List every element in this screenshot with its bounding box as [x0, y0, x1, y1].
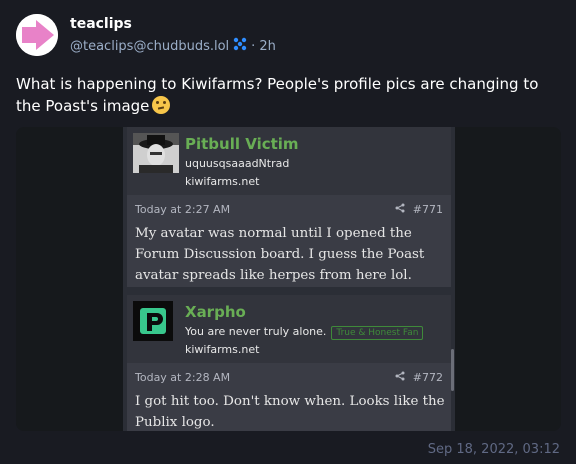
pink-arrow-icon — [16, 14, 58, 56]
forum-post: Xarpho You are never truly alone. True & … — [127, 295, 451, 431]
post-number: #771 — [412, 203, 443, 216]
fediverse-icon — [233, 37, 247, 55]
post-body: My avatar was normal until I opened the … — [135, 226, 425, 283]
account-meta: @teaclips@chudbuds.lol · 2h — [70, 37, 276, 55]
post-number: #772 — [412, 371, 443, 384]
meta-separator: · — [251, 38, 256, 54]
avatar[interactable] — [16, 14, 58, 56]
post-header: Pitbull Victim uquusqsaaadNtrad kiwifarm… — [127, 127, 451, 195]
post-avatar-bw-photo — [133, 133, 179, 173]
display-name[interactable]: teaclips — [70, 16, 132, 32]
forum-screenshot: Pitbull Victim uquusqsaaadNtrad kiwifarm… — [123, 127, 455, 431]
post-site: kiwifarms.net — [185, 343, 260, 356]
post-header: Xarpho You are never truly alone. True & … — [127, 295, 451, 363]
status-timestamp[interactable]: Sep 18, 2022, 03:12 — [428, 442, 560, 457]
poast-logo-icon — [133, 301, 179, 341]
thinking-face-icon — [152, 96, 171, 114]
status-content: What is happening to Kiwifarms? People's… — [16, 73, 556, 117]
post-user-title: You are never truly alone. True & Honest … — [185, 325, 424, 340]
post-meta: Today at 2:27 AM #771 — [135, 203, 443, 217]
post-meta: Today at 2:28 AM #772 — [135, 371, 443, 385]
status-text: What is happening to Kiwifarms? People's… — [16, 75, 539, 115]
account-handle[interactable]: @teaclips@chudbuds.lol — [70, 39, 229, 54]
media-attachment[interactable]: Pitbull Victim uquusqsaaadNtrad kiwifarm… — [16, 127, 561, 431]
post-time: Today at 2:28 AM — [135, 371, 231, 384]
post-site: kiwifarms.net — [185, 175, 260, 188]
share-icon — [395, 371, 405, 384]
post-time: Today at 2:27 AM — [135, 203, 231, 216]
status-card: teaclips @teaclips@chudbuds.lol · 2h Wha… — [0, 0, 576, 464]
user-badge: True & Honest Fan — [331, 326, 424, 340]
post-username: Xarpho — [185, 303, 246, 321]
relative-time[interactable]: 2h — [259, 39, 276, 54]
forum-post: Pitbull Victim uquusqsaaadNtrad kiwifarm… — [127, 127, 451, 287]
post-username: Pitbull Victim — [185, 135, 299, 153]
scrollbar — [451, 349, 454, 391]
post-user-title: uquusqsaaadNtrad — [185, 157, 290, 170]
post-body: I got hit too. Don't know when. Looks li… — [135, 394, 445, 430]
share-icon — [395, 203, 405, 216]
